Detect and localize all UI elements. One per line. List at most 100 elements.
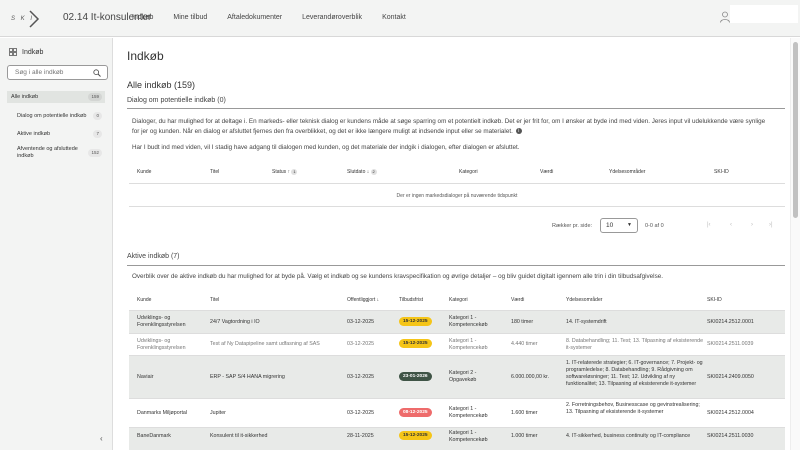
cell-offentliggjort: 03-12-2025 <box>347 319 375 325</box>
sidebar-item-dialog[interactable]: Dialog om potentielle indkøb 0 <box>7 110 105 122</box>
cell-vaerdi: 1.000 timer <box>511 433 538 439</box>
sort-order-badge: 2 <box>370 169 377 175</box>
col-offentliggjort[interactable]: Offentliggjort ↓ <box>347 297 379 303</box>
col-ski-id[interactable]: SKI-ID <box>707 297 722 303</box>
cell-titel: Test af Ny Datapipeline samt udfasning a… <box>210 341 320 347</box>
next-page-icon[interactable]: › <box>751 222 753 228</box>
col-status[interactable]: Status ↑ 1 <box>272 169 298 175</box>
chevron-down-icon: ▼ <box>627 222 632 228</box>
main-content: Indkøb Alle indkøb (159) Dialog om poten… <box>114 38 786 450</box>
dialog-access-note: Har I budt ind med viden, vil I stadig h… <box>132 144 520 151</box>
col-status-label: Status <box>272 169 287 175</box>
col-vaerdi[interactable]: Værdi <box>511 297 524 303</box>
cell-ydelsesomrader: 2. Forretningsbehov, Businesscase og gev… <box>566 402 700 415</box>
col-offentliggjort-label: Offentliggjort <box>347 297 376 303</box>
sidebar-item-alle-indkob[interactable]: Alle indkøb 159 <box>7 91 105 103</box>
table-row[interactable]: Udviklings- og Forenklingsstyrelsen Test… <box>129 334 785 356</box>
col-ydelsesomrader[interactable]: Ydelsesområder <box>566 297 602 303</box>
nav-mine-tilbud[interactable]: Mine tilbud <box>173 14 207 21</box>
sidebar-item-afventende[interactable]: Afventende og afsluttede indkøb 152 <box>7 144 105 162</box>
cell-kunde: Udviklings- og Forenklingsstyrelsen <box>137 338 186 351</box>
col-tilbudsfrist[interactable]: Tilbudsfrist <box>399 297 423 303</box>
col-titel[interactable]: Titel <box>210 169 219 175</box>
cell-ski-id: SKI0214.2511.0039 <box>707 341 754 347</box>
cell-ydelsesomrader: 8. Databehandling; 11. Test; 13. Tilpasn… <box>566 338 704 351</box>
cell-vaerdi: 6.000.000,00 kr. <box>511 374 549 380</box>
nav-indkob[interactable]: Indkøb <box>132 14 153 21</box>
sidebar-item-aktive[interactable]: Aktive indkøb 7 <box>7 128 105 140</box>
deadline-badge: 08-12-2025 <box>399 408 432 417</box>
col-kategori[interactable]: Kategori <box>449 297 468 303</box>
rows-per-page-select[interactable]: 10 ▼ <box>600 218 638 233</box>
cell-offentliggjort: 03-12-2025 <box>347 341 375 347</box>
cell-kunde: BaneDanmark <box>137 433 171 439</box>
user-name-box[interactable] <box>730 5 798 23</box>
col-kunde[interactable]: Kunde <box>137 169 151 175</box>
col-ydelsesomrader[interactable]: Ydelsesområder <box>609 169 645 175</box>
sidebar-title: Indkøb <box>9 48 43 56</box>
cell-kategori: Kategori 1 - Kompetencekøb <box>449 406 488 419</box>
col-kategori[interactable]: Kategori <box>459 169 478 175</box>
user-icon[interactable] <box>720 11 730 23</box>
cell-ydelsesomrader: 14. IT-systemdrift <box>566 319 607 325</box>
col-slutdato[interactable]: Slutdato ↓ 2 <box>347 169 377 175</box>
last-page-icon[interactable]: ›| <box>769 222 773 228</box>
deadline-badge: 15-12-2025 <box>399 339 432 348</box>
cell-ski-id: SKI0214.2409.0050 <box>707 374 754 380</box>
info-icon[interactable]: i <box>515 128 522 135</box>
search-icon[interactable] <box>93 69 101 77</box>
all-purchases-title: Alle indkøb (159) <box>127 80 196 90</box>
empty-dialog-message: Der er ingen markedsdialoger på nuværend… <box>396 193 518 199</box>
active-section-title: Aktive indkøb (7) <box>127 253 180 260</box>
sort-down-icon: ↓ <box>366 169 370 175</box>
cell-vaerdi: 1.600 timer <box>511 410 538 416</box>
scrollbar[interactable] <box>790 38 800 450</box>
nav-aftaledokumenter[interactable]: Aftaledokumenter <box>227 14 282 21</box>
divider <box>129 183 785 184</box>
sort-up-icon: ↑ <box>287 169 291 175</box>
cell-titel: 24/7 Vagtordning i IO <box>210 319 260 325</box>
cell-ski-id: SKI0214.2511.0030 <box>707 433 754 439</box>
table-row[interactable]: Naviair ERP - SAP S/4 HANA migrering 03-… <box>129 356 785 399</box>
cell-offentliggjort: 03-12-2025 <box>347 374 375 380</box>
cell-kategori: Kategori 2 - Opgavekøb <box>449 370 477 383</box>
deadline-badge: 15-12-2025 <box>399 431 432 440</box>
cell-ski-id: SKI0214.2512.0004 <box>707 410 754 416</box>
previous-page-icon[interactable]: ‹ <box>730 222 732 228</box>
cell-titel: Konsulent til it-sikkerhed <box>210 433 268 439</box>
grid-icon <box>9 48 17 56</box>
scrollbar-thumb[interactable] <box>793 42 798 218</box>
cell-ydelsesomrader: 4. IT-sikkerhed, business continuity og … <box>566 433 691 439</box>
nav-leverandoroverblik[interactable]: Leverandøroverblik <box>302 14 362 21</box>
divider <box>129 206 785 207</box>
count-badge: 7 <box>93 130 102 138</box>
page-title: Indkøb <box>127 49 164 63</box>
table-row[interactable]: Udviklings- og Forenklingsstyrelsen 24/7… <box>129 311 785 334</box>
first-page-icon[interactable]: |‹ <box>707 222 711 228</box>
count-badge: 159 <box>88 93 102 101</box>
logo-text: S K I <box>11 16 35 22</box>
search-input[interactable] <box>15 69 95 76</box>
cell-kategori: Kategori 1 - Kompetencekøb <box>449 430 488 443</box>
col-slutdato-label: Slutdato <box>347 169 366 175</box>
active-description: Overblik over de aktive indkøb du har mu… <box>132 273 663 280</box>
cell-kategori: Kategori 1 - Kompetencekøb <box>449 338 488 351</box>
collapse-sidebar-icon[interactable]: ‹ <box>100 434 103 443</box>
divider <box>127 265 785 266</box>
deadline-badge: 15-12-2025 <box>399 317 432 326</box>
col-kunde[interactable]: Kunde <box>137 297 151 303</box>
col-vaerdi[interactable]: Værdi <box>540 169 553 175</box>
cell-vaerdi: 4.440 timer <box>511 341 538 347</box>
sidebar-item-label: Aktive indkøb <box>17 131 51 137</box>
col-ski-id[interactable]: SKI-ID <box>714 169 729 175</box>
cell-offentliggjort: 03-12-2025 <box>347 410 375 416</box>
sidebar: Indkøb Alle indkøb 159 Dialog om potenti… <box>0 38 113 450</box>
dialog-description: Dialoger, du har mulighed for at deltage… <box>132 117 772 137</box>
search-box <box>7 65 108 80</box>
nav-kontakt[interactable]: Kontakt <box>382 14 406 21</box>
rows-per-page-value: 10 <box>606 222 614 229</box>
table-row[interactable]: BaneDanmark Konsulent til it-sikkerhed 2… <box>129 428 785 450</box>
col-titel[interactable]: Titel <box>210 297 219 303</box>
table-row[interactable]: Danmarks Miljøportal Jupiter 03-12-2025 … <box>129 399 785 428</box>
cell-kunde: Udviklings- og Forenklingsstyrelsen <box>137 315 186 328</box>
